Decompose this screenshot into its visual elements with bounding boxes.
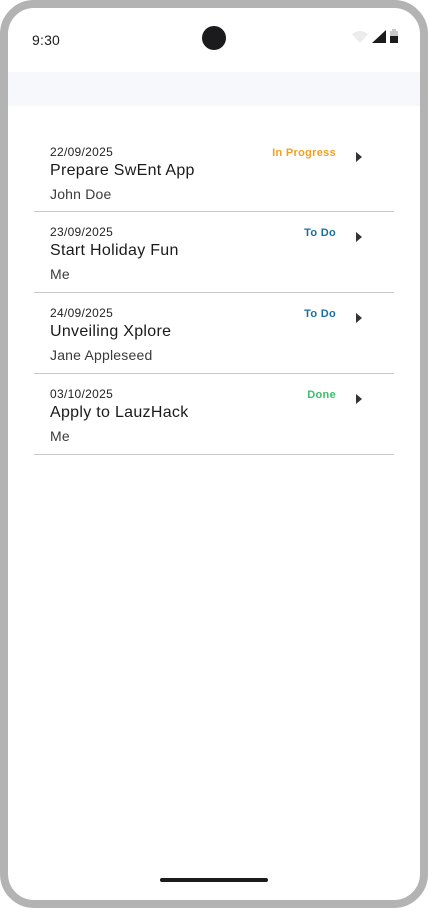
todo-date: 23/09/2025 bbox=[50, 225, 114, 239]
status-badge: In Progress bbox=[272, 147, 336, 159]
todo-item-prepare-swent-app[interactable]: 22/09/2025 Prepare SwEnt App John Doe In… bbox=[34, 132, 394, 212]
chevron-right-icon[interactable] bbox=[356, 152, 362, 162]
camera-cutout bbox=[202, 26, 226, 50]
todo-date: 24/09/2025 bbox=[50, 306, 114, 320]
top-app-bar bbox=[8, 72, 420, 106]
chevron-right-icon[interactable] bbox=[356, 313, 362, 323]
todo-title: Apply to LauzHack bbox=[50, 404, 189, 421]
todo-date: 22/09/2025 bbox=[50, 145, 114, 159]
todo-title: Prepare SwEnt App bbox=[50, 162, 195, 179]
gesture-nav-handle[interactable] bbox=[160, 878, 268, 882]
status-time: 9:30 bbox=[32, 32, 61, 48]
todo-assignee: Me bbox=[50, 428, 70, 444]
todo-title: Unveiling Xplore bbox=[50, 323, 172, 340]
todo-title: Start Holiday Fun bbox=[50, 242, 179, 259]
todo-assignee: Jane Appleseed bbox=[50, 347, 153, 363]
chevron-right-icon[interactable] bbox=[356, 232, 362, 242]
status-bar: 9:30 bbox=[8, 8, 420, 72]
status-icons bbox=[352, 29, 398, 48]
cellular-signal-icon bbox=[372, 30, 386, 48]
wifi-icon bbox=[352, 30, 368, 48]
battery-icon bbox=[390, 29, 398, 48]
phone-frame: 9:30 22/09/2025 Prepare SwEnt App John D… bbox=[0, 0, 428, 908]
status-badge: To Do bbox=[304, 308, 336, 320]
todo-list: 22/09/2025 Prepare SwEnt App John Doe In… bbox=[34, 132, 394, 455]
chevron-right-icon[interactable] bbox=[356, 394, 362, 404]
todo-assignee: John Doe bbox=[50, 186, 112, 202]
todo-assignee: Me bbox=[50, 266, 70, 282]
todo-item-unveiling-xplore[interactable]: 24/09/2025 Unveiling Xplore Jane Applese… bbox=[34, 293, 394, 374]
todo-date: 03/10/2025 bbox=[50, 387, 114, 401]
status-badge: Done bbox=[307, 389, 336, 401]
status-badge: To Do bbox=[304, 227, 336, 239]
todo-item-apply-to-lauzhack[interactable]: 03/10/2025 Apply to LauzHack Me Done bbox=[34, 374, 394, 455]
todo-item-start-holiday-fun[interactable]: 23/09/2025 Start Holiday Fun Me To Do bbox=[34, 212, 394, 293]
